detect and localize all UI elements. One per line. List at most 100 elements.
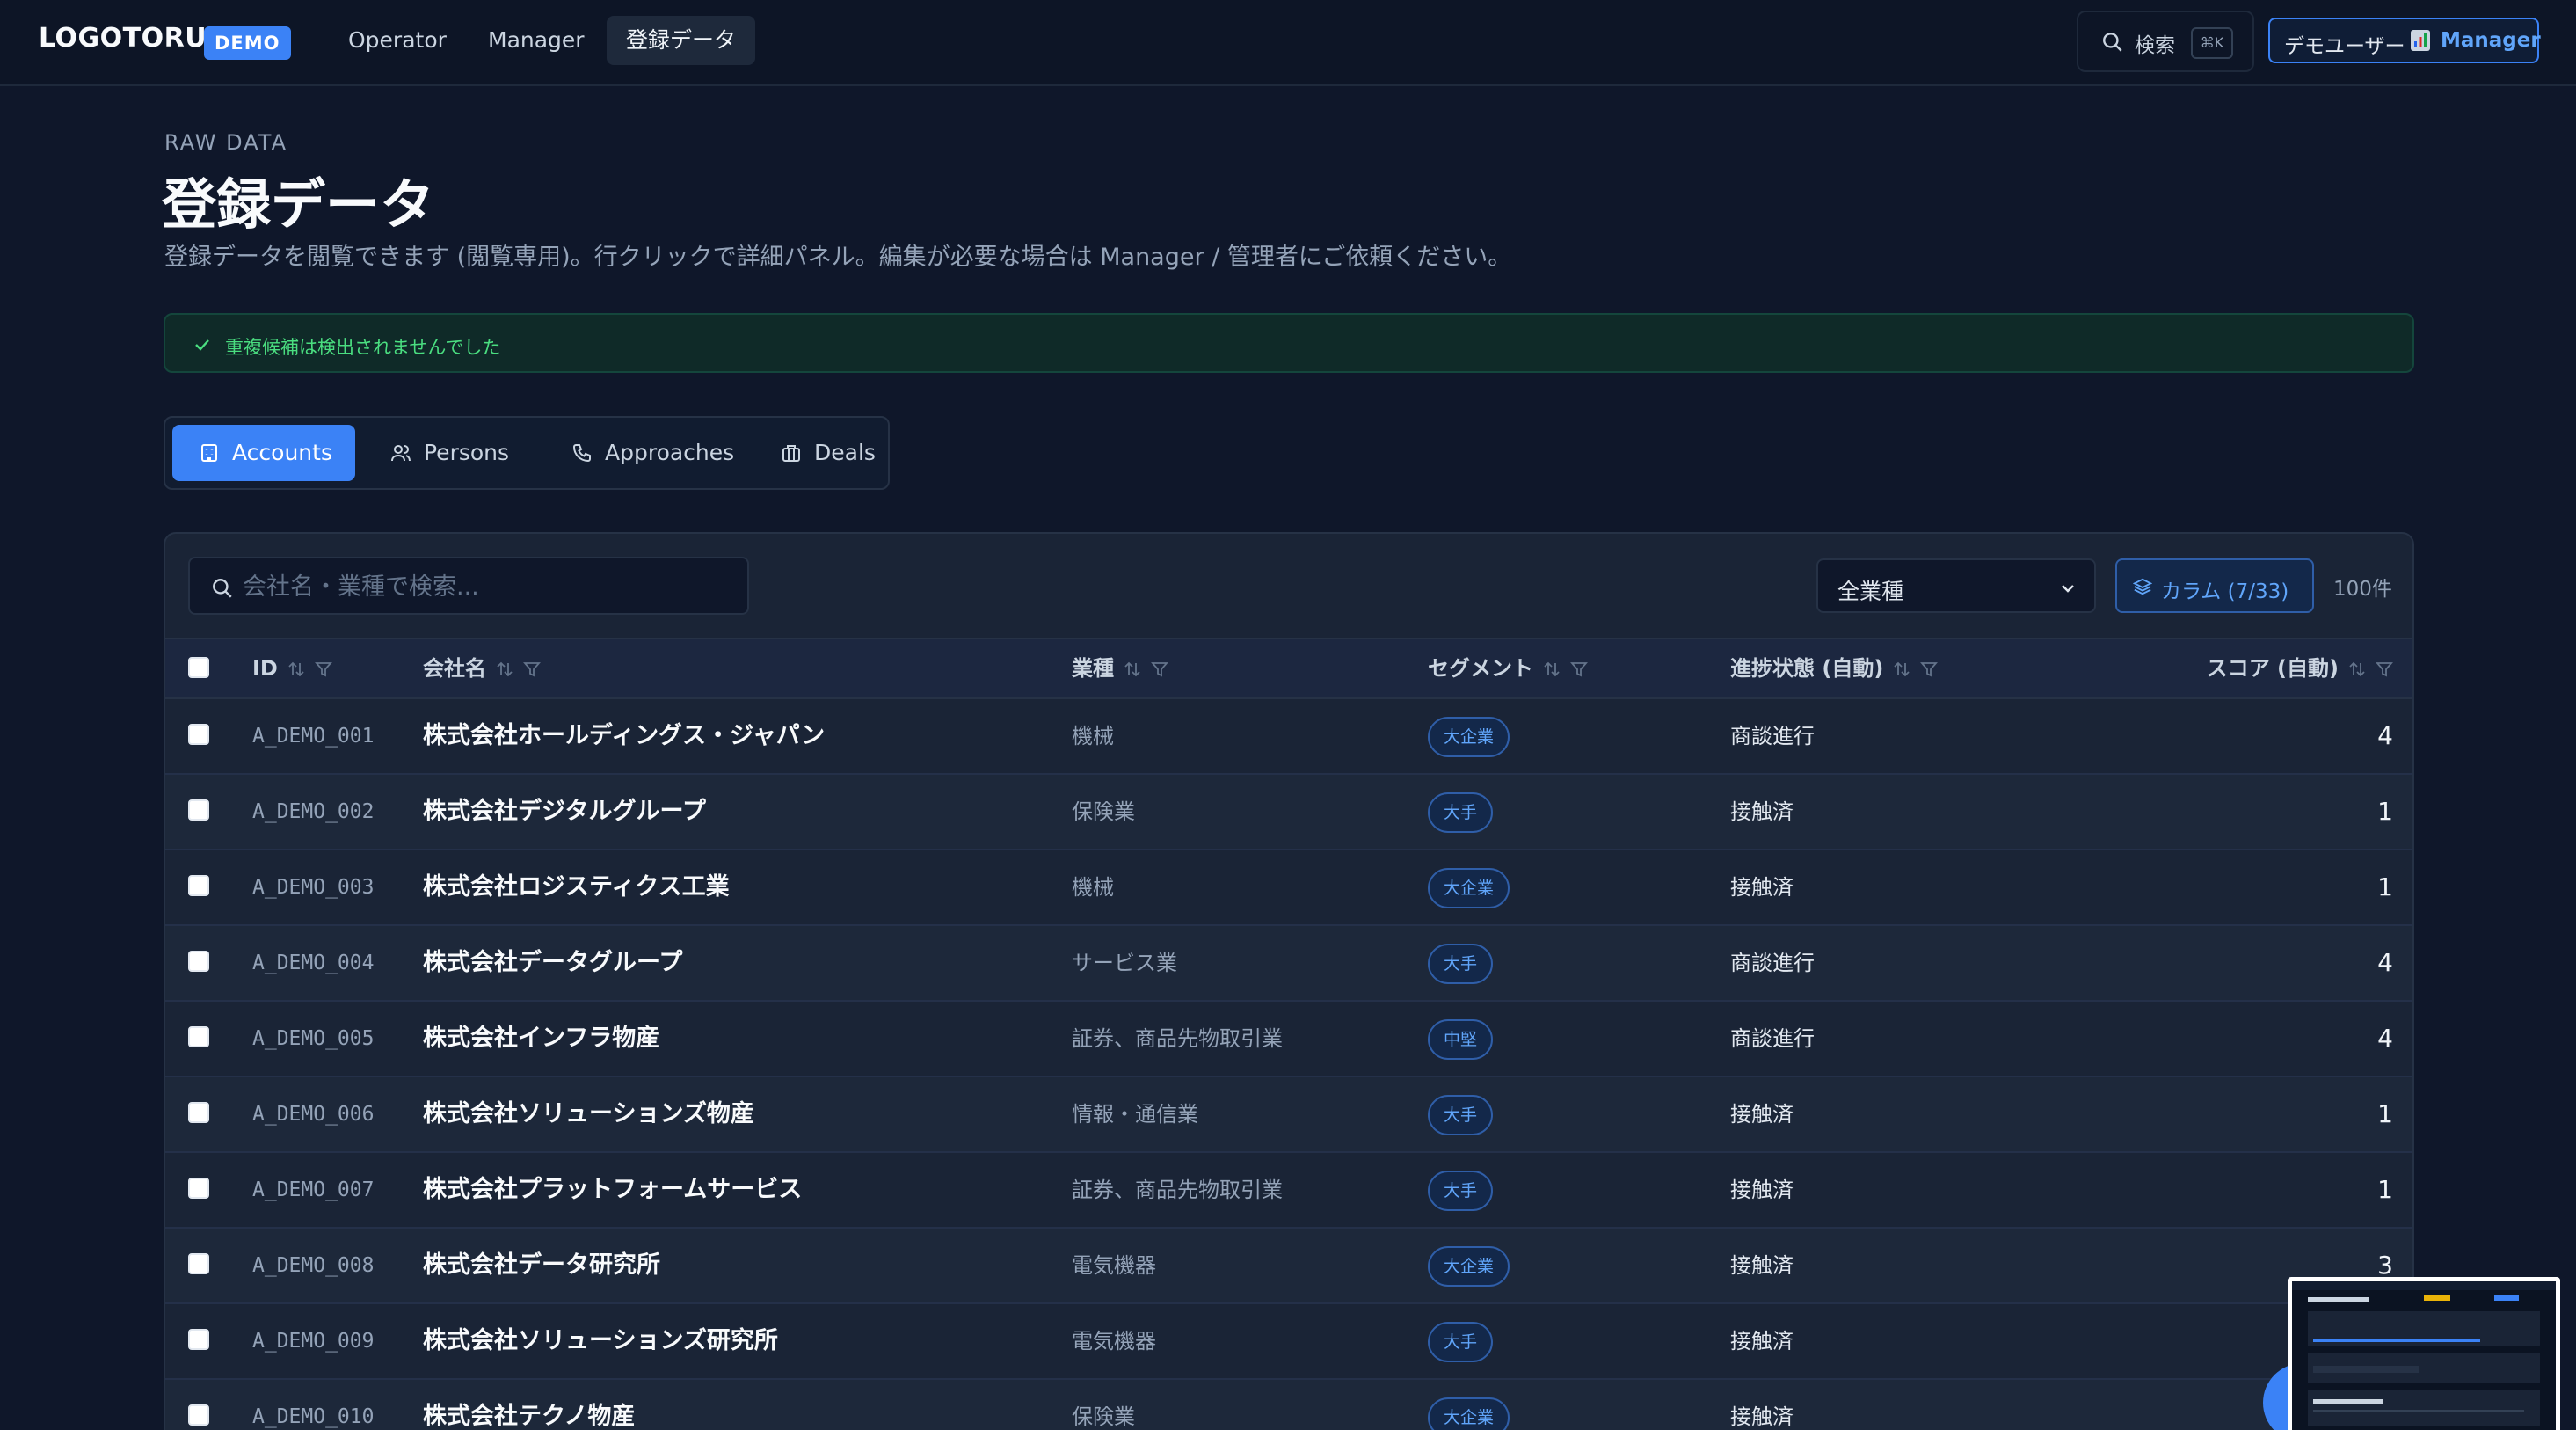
table-row[interactable]: A_DEMO_003 株式会社ロジスティクス工業 機械 大企業 接触済 1 bbox=[165, 850, 2412, 926]
filter-icon[interactable] bbox=[2376, 660, 2393, 678]
cell-company-name: 株式会社プラットフォームサービス bbox=[423, 1176, 803, 1203]
column-header-industry[interactable]: 業種 bbox=[1072, 639, 1168, 697]
cell-status: 商談進行 bbox=[1730, 1026, 1815, 1051]
row-checkbox[interactable] bbox=[188, 875, 209, 896]
column-header-status[interactable]: 進捗状態 (自動) bbox=[1730, 639, 1939, 697]
search-input[interactable] bbox=[243, 571, 735, 602]
cell-id: A_DEMO_002 bbox=[252, 800, 375, 823]
cell-segment: 中堅 bbox=[1428, 1002, 1494, 1076]
cell-company-name: 株式会社ソリューションズ研究所 bbox=[423, 1327, 778, 1354]
segment-badge: 大企業 bbox=[1428, 716, 1510, 757]
entity-tabs: Accounts Persons Approaches Deals bbox=[164, 416, 890, 490]
filter-icon[interactable] bbox=[1920, 660, 1939, 678]
tab-accounts[interactable]: Accounts bbox=[172, 425, 355, 481]
page-title: 登録データ bbox=[162, 172, 435, 237]
tab-deals[interactable]: Deals bbox=[754, 425, 884, 481]
cell-company-name: 株式会社インフラ物産 bbox=[423, 1025, 660, 1052]
sort-icon[interactable] bbox=[495, 660, 514, 679]
tab-persons[interactable]: Persons bbox=[364, 425, 536, 481]
table-row[interactable]: A_DEMO_004 株式会社データグループ サービス業 大手 商談進行 4 bbox=[165, 926, 2412, 1002]
cell-industry: 保険業 bbox=[1072, 799, 1135, 824]
cell-status: 接触済 bbox=[1730, 799, 1794, 824]
table-row[interactable]: A_DEMO_006 株式会社ソリューションズ物産 情報・通信業 大手 接触済 … bbox=[165, 1077, 2412, 1153]
table-row[interactable]: A_DEMO_007 株式会社プラットフォームサービス 証券、商品先物取引業 大… bbox=[165, 1153, 2412, 1229]
row-checkbox[interactable] bbox=[188, 951, 209, 972]
select-all-checkbox[interactable] bbox=[188, 657, 209, 678]
cell-industry: 情報・通信業 bbox=[1072, 1102, 1198, 1127]
segment-badge: 大手 bbox=[1428, 1094, 1494, 1135]
column-header-segment[interactable]: セグメント bbox=[1428, 639, 1588, 697]
table-row[interactable]: A_DEMO_008 株式会社データ研究所 電気機器 大企業 接触済 3 bbox=[165, 1229, 2412, 1304]
segment-badge: 中堅 bbox=[1428, 1018, 1494, 1060]
user-name: デモユーザー bbox=[2284, 35, 2405, 58]
row-checkbox[interactable] bbox=[188, 1253, 209, 1274]
sort-icon[interactable] bbox=[1542, 660, 1561, 679]
briefcase-icon bbox=[782, 445, 800, 462]
cell-industry: 証券、商品先物取引業 bbox=[1072, 1026, 1283, 1051]
top-nav: LOGOTORU DEMO Operator Manager 登録データ 検索 … bbox=[0, 0, 2576, 86]
segment-badge: 大手 bbox=[1428, 1321, 1494, 1362]
nav-item-operator[interactable]: Operator bbox=[329, 16, 466, 65]
cell-company-name: 株式会社ホールディングス・ジャパン bbox=[423, 722, 826, 749]
cell-industry: サービス業 bbox=[1072, 951, 1177, 975]
row-checkbox[interactable] bbox=[188, 1404, 209, 1426]
accounts-table-card: 全業種 カラム (7/33) 100件 ID 会社名 業種 セグメント 進捗状態… bbox=[164, 532, 2414, 1430]
row-checkbox[interactable] bbox=[188, 799, 209, 821]
cell-score: 4 bbox=[2377, 1024, 2393, 1053]
table-row[interactable]: A_DEMO_010 株式会社テクノ物産 保険業 大企業 接触済 bbox=[165, 1380, 2412, 1430]
nav-item-registered-data[interactable]: 登録データ bbox=[607, 16, 756, 65]
user-menu-button[interactable]: デモユーザー Manager bbox=[2268, 18, 2541, 63]
tab-approaches[interactable]: Approaches bbox=[545, 425, 746, 481]
table-search[interactable] bbox=[188, 557, 749, 615]
app-logo[interactable]: LOGOTORU bbox=[39, 23, 207, 54]
cell-segment: 大手 bbox=[1428, 1304, 1494, 1378]
sort-icon[interactable] bbox=[2347, 660, 2367, 679]
demo-badge: DEMO bbox=[204, 26, 291, 60]
sort-icon[interactable] bbox=[1892, 660, 1911, 679]
table-row[interactable]: A_DEMO_009 株式会社ソリューションズ研究所 電気機器 大手 接触済 bbox=[165, 1304, 2412, 1380]
sort-icon[interactable] bbox=[1123, 660, 1142, 679]
filter-icon[interactable] bbox=[314, 660, 332, 678]
tab-label: Accounts bbox=[232, 440, 332, 465]
table-row[interactable]: A_DEMO_002 株式会社デジタルグループ 保険業 大手 接触済 1 bbox=[165, 775, 2412, 850]
cell-status: 接触済 bbox=[1730, 1329, 1794, 1353]
cell-status: 商談進行 bbox=[1730, 951, 1815, 975]
cell-id: A_DEMO_003 bbox=[252, 876, 375, 899]
column-header-score[interactable]: スコア (自動) bbox=[2207, 639, 2393, 697]
table-row[interactable]: A_DEMO_005 株式会社インフラ物産 証券、商品先物取引業 中堅 商談進行… bbox=[165, 1002, 2412, 1077]
segment-badge: 大手 bbox=[1428, 1170, 1494, 1211]
segment-badge: 大企業 bbox=[1428, 1397, 1510, 1430]
cell-status: 接触済 bbox=[1730, 1178, 1794, 1202]
cell-status: 商談進行 bbox=[1730, 724, 1815, 748]
table-row[interactable]: A_DEMO_001 株式会社ホールディングス・ジャパン 機械 大企業 商談進行… bbox=[165, 699, 2412, 775]
filter-icon[interactable] bbox=[1151, 660, 1168, 678]
search-icon bbox=[2103, 33, 2122, 52]
nav-item-manager[interactable]: Manager bbox=[469, 16, 604, 65]
cell-score: 1 bbox=[2377, 1175, 2393, 1204]
segment-badge: 大企業 bbox=[1428, 1245, 1510, 1287]
cell-id: A_DEMO_004 bbox=[252, 952, 375, 974]
table-header: ID 会社名 業種 セグメント 進捗状態 (自動) スコア (自動) bbox=[165, 638, 2412, 699]
row-checkbox[interactable] bbox=[188, 1102, 209, 1123]
page-description: 登録データを閲覧できます (閲覧専用)。行クリックで詳細パネル。編集が必要な場合… bbox=[164, 244, 1512, 271]
cell-score: 1 bbox=[2377, 872, 2393, 901]
sort-icon[interactable] bbox=[287, 660, 306, 679]
row-checkbox[interactable] bbox=[188, 1178, 209, 1199]
global-search-button[interactable]: 検索 ⌘K bbox=[2077, 11, 2254, 72]
cell-company-name: 株式会社データ研究所 bbox=[423, 1251, 660, 1279]
column-header-id[interactable]: ID bbox=[252, 639, 332, 697]
row-checkbox[interactable] bbox=[188, 724, 209, 745]
column-header-company[interactable]: 会社名 bbox=[423, 639, 541, 697]
users-icon bbox=[391, 445, 411, 462]
screen-preview-thumbnail[interactable] bbox=[2288, 1277, 2560, 1430]
filter-icon[interactable] bbox=[523, 660, 541, 678]
cell-status: 接触済 bbox=[1730, 1253, 1794, 1278]
industry-filter-select[interactable]: 全業種 bbox=[1816, 558, 2096, 613]
row-checkbox[interactable] bbox=[188, 1026, 209, 1047]
cell-segment: 大手 bbox=[1428, 775, 1494, 849]
chevron-down-icon bbox=[2062, 585, 2074, 593]
columns-label: カラム (7/33) bbox=[2161, 580, 2289, 603]
row-checkbox[interactable] bbox=[188, 1329, 209, 1350]
filter-icon[interactable] bbox=[1570, 660, 1588, 678]
columns-button[interactable]: カラム (7/33) bbox=[2115, 558, 2314, 613]
